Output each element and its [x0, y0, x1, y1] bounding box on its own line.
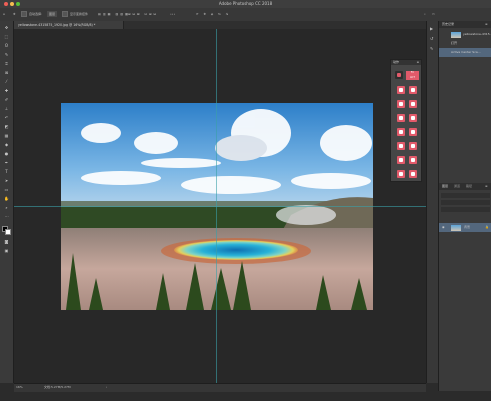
lock-fill-bar[interactable] [441, 207, 490, 212]
type-tool-icon[interactable]: T [3, 169, 10, 174]
brush-tool-icon[interactable]: ✐ [3, 97, 10, 102]
tab-layers[interactable]: 图层 [442, 183, 448, 190]
crop-tool-icon[interactable]: ⌗ [3, 61, 10, 66]
layer-filter-bar[interactable] [441, 193, 490, 198]
panel-menu-icon[interactable]: ≡ [416, 60, 419, 65]
history-item-selected[interactable]: Active Center Sca... [439, 48, 491, 57]
home-icon[interactable]: ⌂ [3, 11, 5, 17]
healing-brush-tool-icon[interactable]: ✚ [3, 88, 10, 93]
auto-select-checkbox[interactable] [21, 11, 27, 17]
layer-row[interactable]: ◉ 背景 🔒 [439, 223, 491, 232]
action-button[interactable] [397, 156, 405, 164]
action-button[interactable] [397, 100, 405, 108]
history-panel-tabs: 历史记录 ≡ [439, 21, 491, 28]
action-button[interactable] [395, 71, 403, 79]
distribute-icons[interactable]: ⊞⊟⊠ ⊡⊞⊟ [128, 11, 158, 17]
blur-tool-icon[interactable]: ◆ [3, 142, 10, 147]
background-color-swatch[interactable] [5, 229, 11, 235]
zoom-tool-icon[interactable]: ⌕ [3, 205, 10, 210]
document-tab-bar: yellowstone-4315875_1920.jpg @ 16%(RGB/8… [14, 21, 426, 29]
history-item-label: 打开 [451, 41, 458, 45]
eye-icon[interactable]: ◉ [442, 223, 445, 232]
screen-mode-icon[interactable]: ▣ [3, 248, 10, 253]
tab-history[interactable]: 历史记录 [442, 21, 454, 28]
history-item-label: Active Center Sca... [451, 50, 481, 54]
action-button[interactable] [409, 114, 417, 122]
action-button[interactable] [409, 170, 417, 178]
eyedropper-tool-icon[interactable]: ⁄ [3, 79, 10, 84]
auto-select-label: 自动选择: [29, 12, 43, 16]
panel-menu-icon[interactable]: ≡ [485, 183, 488, 190]
history-icon[interactable]: ↺ [430, 36, 433, 41]
tab-paths[interactable]: 路径 [466, 183, 472, 190]
search-icon[interactable]: ⌕ [424, 11, 426, 17]
window-title: Adobe Photoshop CC 2018 [218, 1, 273, 6]
status-menu-chevron-icon[interactable]: › [106, 385, 107, 390]
history-brush-tool-icon[interactable]: ↶ [3, 115, 10, 120]
lasso-tool-icon[interactable]: ʘ [3, 43, 10, 48]
3d-mode-icons[interactable]: ⟳ ✥ ◈ ⇆ ⇲ [196, 11, 230, 17]
gradient-tool-icon[interactable]: ▦ [3, 133, 10, 138]
ellipsis-icon[interactable]: ••• [170, 11, 175, 17]
tab-channels[interactable]: 通道 [454, 183, 460, 190]
workspace-icon[interactable]: ▭ [432, 11, 435, 17]
history-snapshot[interactable]: yellowstone-4315... [439, 30, 491, 39]
brush-settings-icon[interactable]: ✎ [430, 46, 433, 51]
action-button[interactable] [409, 86, 417, 94]
document-tab[interactable]: yellowstone-4315875_1920.jpg @ 16%(RGB/8… [14, 21, 124, 29]
move-tool-icon[interactable]: ✥ [3, 25, 10, 30]
layer-select-dropdown[interactable]: 图层 [47, 11, 58, 17]
status-bar: 16% 文档:5.27M/5.27M › [14, 383, 426, 392]
action-button[interactable] [397, 170, 405, 178]
eraser-tool-icon[interactable]: ◩ [3, 124, 10, 129]
layer-name: 背景 [464, 225, 471, 229]
action-button[interactable] [397, 86, 405, 94]
right-panel-dock: 历史记录 ≡ yellowstone-4315... 打开 Active Cen… [438, 21, 491, 391]
action-button[interactable]: FC ACT [406, 71, 419, 80]
move-tool-icon[interactable]: ✥ [13, 11, 16, 17]
panel-menu-icon[interactable]: ≡ [485, 21, 488, 28]
show-transform-label: 显示变换控件 [70, 12, 89, 16]
document-info: 文档:5.27M/5.27M [44, 385, 71, 389]
clone-stamp-tool-icon[interactable]: ⊥ [3, 106, 10, 111]
layers-panel-tabs: 图层 通道 路径 ≡ [439, 183, 491, 190]
action-button[interactable] [397, 114, 405, 122]
action-button[interactable] [397, 142, 405, 150]
action-button[interactable] [409, 128, 417, 136]
action-button[interactable] [409, 156, 417, 164]
hand-tool-icon[interactable]: ✋ [3, 196, 10, 201]
action-button[interactable] [409, 100, 417, 108]
layer-thumbnail [451, 224, 461, 231]
action-button[interactable] [409, 142, 417, 150]
zoom-level[interactable]: 16% [16, 385, 32, 390]
options-bar: ⌂ ✥ 自动选择: 图层 显示变换控件 ▤▥▦ ▧▨▩ ⊞⊟⊠ ⊡⊞⊟ ••• … [0, 8, 491, 22]
action-button[interactable] [397, 128, 405, 136]
actions-panel-header[interactable]: 动作 ≡ [391, 60, 421, 65]
quick-mask-icon[interactable]: ◙ [3, 239, 10, 244]
rectangle-tool-icon[interactable]: ▭ [3, 187, 10, 192]
dodge-tool-icon[interactable]: ● [3, 151, 10, 156]
horizontal-guide[interactable] [14, 206, 426, 207]
play-icon[interactable]: ▶ [430, 26, 433, 31]
path-select-tool-icon[interactable]: ➤ [3, 178, 10, 183]
tools-panel: ✥ ⬚ ʘ ✎ ⌗ ⊠ ⁄ ✚ ✐ ⊥ ↶ ◩ ▦ ◆ ● ✒ T ➤ ▭ ✋ … [0, 21, 14, 383]
actions-panel-title: 动作 [393, 60, 400, 64]
history-item[interactable]: 打开 [439, 39, 491, 48]
history-item-label: yellowstone-4315... [463, 32, 491, 36]
blend-mode-bar[interactable] [441, 200, 490, 205]
more-tools-icon[interactable]: ⋯ [3, 214, 10, 219]
show-transform-checkbox[interactable] [62, 11, 68, 17]
snapshot-thumbnail [451, 31, 461, 38]
lock-icon: 🔒 [485, 225, 489, 229]
marquee-tool-icon[interactable]: ⬚ [3, 34, 10, 39]
actions-floating-panel: 动作 ≡ FC ACT [390, 59, 422, 182]
quick-select-tool-icon[interactable]: ✎ [3, 52, 10, 57]
frame-tool-icon[interactable]: ⊠ [3, 70, 10, 75]
align-icons[interactable]: ▤▥▦ ▧▨▩ [98, 11, 130, 17]
pen-tool-icon[interactable]: ✒ [3, 160, 10, 165]
